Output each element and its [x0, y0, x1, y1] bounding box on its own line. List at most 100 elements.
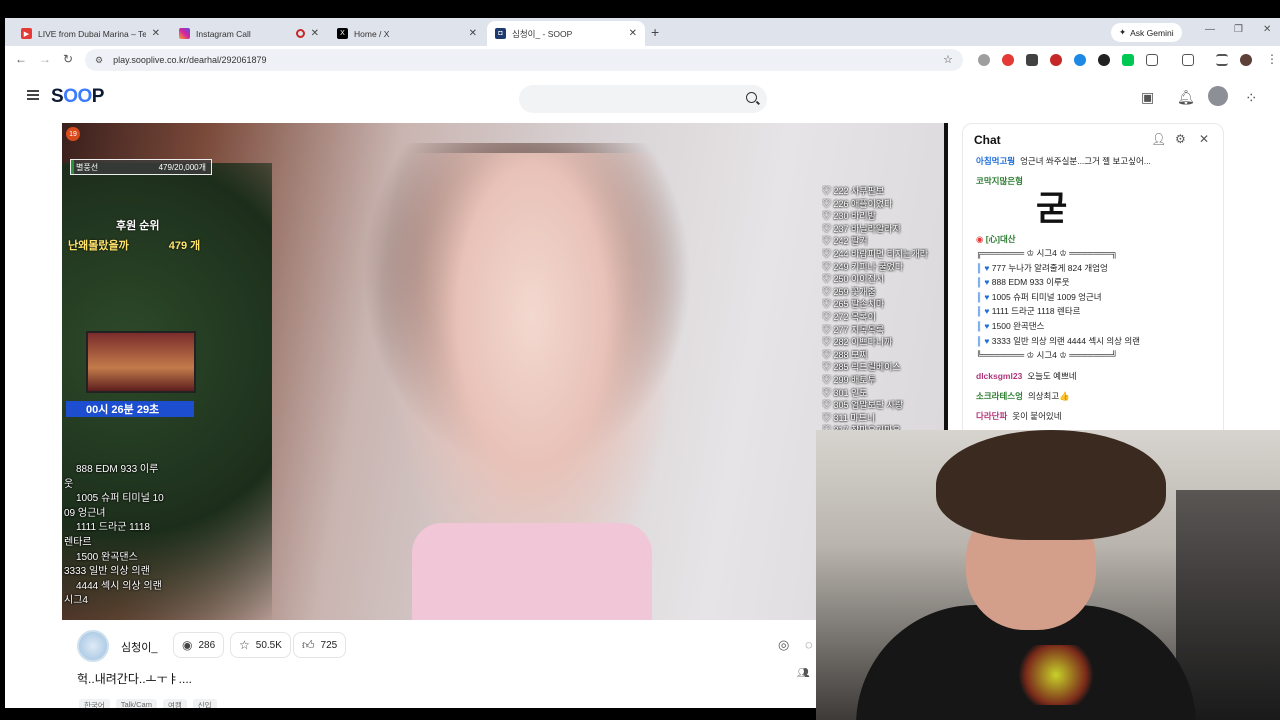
reload-icon[interactable]: ↻ — [63, 52, 73, 66]
heart-icon: ♡ — [822, 286, 834, 297]
goal-value: 479/20,000개 — [158, 162, 206, 172]
notification-bell-icon[interactable]: 🔔︎ — [1177, 89, 1195, 106]
menu-dots-icon[interactable]: ⋮ — [1266, 52, 1278, 66]
timer-overlay: 00시 26분 29초 — [66, 401, 194, 417]
donation-entry: ♡ 272 목록이 — [822, 311, 944, 324]
donation-entry: ♡ 299 배토투 — [822, 374, 944, 387]
gear-icon[interactable]: ⚙ — [1175, 132, 1186, 146]
donation-text: 265 팔손치마 — [833, 299, 885, 310]
heart-icon: ♡ — [822, 299, 834, 310]
sig-lines: ║ ♥ 777 누나가 알려줄게 824 개엄엉 ║ ♥ 888 EDM 933 … — [976, 261, 1216, 349]
sig-line: ║ ♥ 1111 드라군 1118 렌타르 — [976, 304, 1216, 319]
shield-icon[interactable] — [1098, 54, 1110, 66]
soop-logo[interactable]: SOOP — [51, 86, 104, 108]
thumbs-up-icon: 👍︎ — [302, 637, 315, 652]
tab-x[interactable]: X Home / X ✕ — [329, 21, 485, 46]
chat-nick[interactable]: 소크라테스엉 — [976, 391, 1023, 401]
minimize-icon[interactable]: — — [1205, 24, 1215, 35]
sig-text: 777 누나가 알려줄게 824 개엄엉 — [991, 262, 1108, 273]
tab-soop[interactable]: ◘ 심청이_ - SOOP ✕ — [487, 21, 645, 46]
user-avatar-icon[interactable] — [1208, 86, 1228, 106]
url-field[interactable]: ⚙ play.sooplive.co.kr/dearhal/292061879 — [85, 49, 963, 71]
chat-bubble-icon: ◉ — [182, 638, 193, 652]
heart-icon: ♡ — [822, 186, 834, 196]
video-player[interactable]: 19 별풍선 479/20,000개 후원 순위 난왜몰랐을까 479 개 00… — [62, 123, 946, 620]
search-bar[interactable] — [519, 85, 767, 113]
puzzle-icon[interactable] — [1146, 54, 1158, 66]
donation-entry: ♡ 301 인도 — [822, 387, 944, 400]
chat-header: Chat 👤︎ ⚙ ✕ — [963, 124, 1223, 154]
tab-instagram[interactable]: Instagram Call ✕ — [171, 21, 327, 46]
heart-icon: ║ ♥ — [976, 335, 992, 346]
channel-avatar[interactable] — [77, 630, 109, 662]
tab-youtube[interactable]: ▶ LIVE from Dubai Marina – Tensi ✕ — [13, 21, 168, 46]
like-button[interactable]: 👍︎ 725 — [293, 632, 347, 658]
chat-title: Chat — [974, 133, 1001, 147]
hamburger-menu-icon[interactable] — [27, 90, 39, 100]
url-text: play.sooplive.co.kr/dearhal/292061879 — [113, 55, 267, 65]
close-icon[interactable]: ✕ — [152, 28, 160, 39]
donation-text: 222 사무판보 — [833, 186, 885, 196]
tag[interactable]: 한국어 — [79, 699, 110, 708]
channel-name[interactable]: 심청이_ — [121, 639, 157, 655]
chat-count-button[interactable]: ◉ 286 — [173, 632, 225, 658]
chat-nick[interactable]: 다라단파 — [976, 411, 1007, 421]
tag[interactable]: Talk/Cam — [115, 699, 157, 708]
broadcast-icon[interactable]: ▣ — [1141, 89, 1154, 106]
favorite-button[interactable]: ☆ 50.5K — [230, 632, 291, 658]
chat-nick[interactable]: 코막지많은형 — [976, 176, 1023, 186]
profile-avatar[interactable] — [1240, 54, 1252, 66]
heart-icon: ║ ♥ — [976, 320, 992, 331]
bookmark-star-icon[interactable]: ☆ — [943, 53, 953, 66]
donation-text: 305 엄말보단 사랑 — [833, 400, 904, 411]
close-icon[interactable]: ✕ — [629, 28, 637, 39]
extension-icon[interactable] — [1050, 54, 1062, 66]
media-icon[interactable] — [1216, 54, 1228, 66]
chat-message: 아침먹고뭥 엉근녀 쏴주실분...그거 젤 보고싶어... — [976, 154, 1216, 168]
chat-nick[interactable]: 아침먹고뭥 — [976, 156, 1015, 166]
overlay-sig-line: 1111 드라군 1118 — [76, 522, 150, 534]
close-icon[interactable]: ✕ — [1199, 132, 1209, 146]
share-icon[interactable]: ◌ — [805, 637, 813, 652]
overlay-sig-line: 1005 슈퍼 티미널 10 — [76, 493, 164, 505]
heart-icon: ♡ — [822, 223, 834, 234]
ask-gemini-button[interactable]: ✦ Ask Gemini — [1111, 23, 1182, 42]
back-icon[interactable]: ← — [15, 52, 27, 66]
window-close-icon[interactable]: ✕ — [1263, 24, 1271, 35]
target-icon[interactable]: ◎ — [778, 637, 789, 653]
donation-entry: ♡ 242 팔커 — [822, 235, 944, 248]
heart-icon: ║ ♥ — [976, 306, 992, 317]
new-tab-icon[interactable]: + — [651, 24, 659, 40]
adblock-icon[interactable] — [1002, 54, 1014, 66]
kick-icon[interactable] — [1122, 54, 1134, 66]
chat-nick[interactable]: [心]대산 — [986, 234, 1016, 244]
search-icon[interactable] — [746, 92, 757, 103]
tag[interactable]: 여캠 — [162, 699, 187, 708]
heart-icon: ♡ — [822, 324, 834, 335]
apps-grid-icon[interactable]: ⁘ — [1245, 89, 1258, 107]
extension-icon[interactable] — [1074, 54, 1086, 66]
restore-icon[interactable]: ❐ — [1234, 24, 1243, 35]
age-restriction-badge: 19 — [66, 127, 80, 141]
close-icon[interactable]: ✕ — [469, 28, 477, 39]
forward-icon[interactable]: → — [39, 52, 51, 66]
donation-entry: ♡ 285 릭드릴베이스 — [822, 361, 944, 374]
extension-icon[interactable] — [1026, 54, 1038, 66]
tag-list: 한국어 Talk/Cam 여캠 신입 — [79, 699, 217, 708]
streamer-dress — [412, 523, 652, 620]
donation-list: ♡ 222 사무판보 ♡ 226 애플이었다 ♡ 230 바리밤 ♡ 237 바닐라알… — [822, 185, 944, 437]
site-settings-icon[interactable]: ⚙ — [95, 55, 103, 66]
tag[interactable]: 신입 — [192, 699, 217, 708]
heart-icon: ♡ — [822, 337, 834, 348]
donation-text: 249 키피나 굴었다 — [833, 261, 904, 272]
close-icon[interactable]: ✕ — [311, 28, 319, 39]
chat-nick[interactable]: dlcksgml23 — [976, 371, 1022, 381]
chat-message: 코막지많은형 — [976, 174, 1216, 188]
goal-progress-bar: 별풍선 479/20,000개 — [70, 159, 212, 175]
sidepanel-icon[interactable] — [1182, 54, 1194, 66]
extension-icon[interactable] — [978, 54, 990, 66]
rank-count: 479 개 — [168, 240, 201, 252]
user-list-icon[interactable]: 👤︎ — [1151, 132, 1166, 146]
heart-icon: ♡ — [822, 248, 834, 259]
heart-icon: ♡ — [822, 198, 834, 209]
